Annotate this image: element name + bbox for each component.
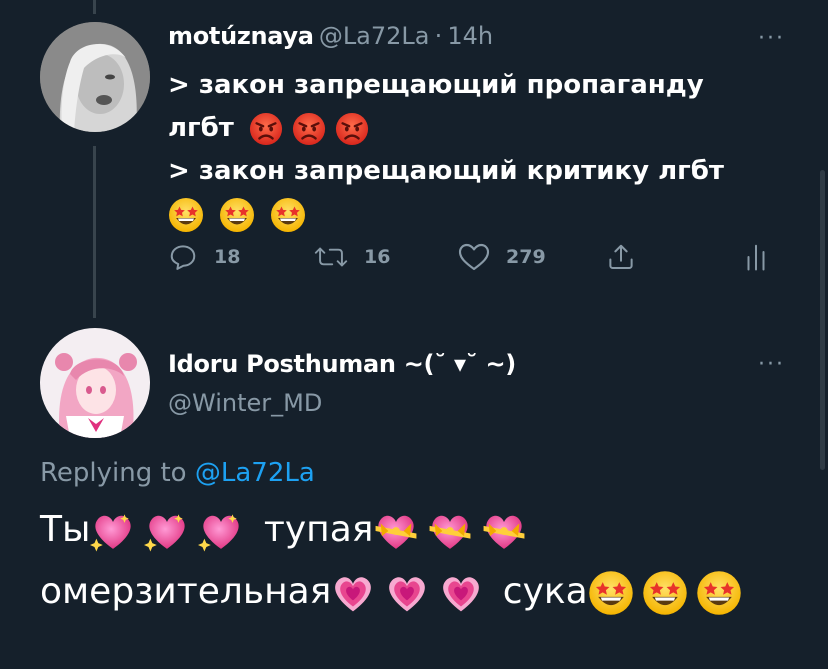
reply-word-3: омерзительная <box>40 571 332 612</box>
timestamp[interactable]: 14h <box>447 22 493 50</box>
heart-with-ribbon-emoji <box>373 508 419 554</box>
reply-count: 18 <box>214 246 241 268</box>
tweet-line-3: > закон запрещающий критику лгбт <box>168 156 724 186</box>
retweet-count: 16 <box>364 246 391 268</box>
tweet-header: motúznaya @La72La · 14h <box>168 22 493 50</box>
like-button[interactable]: 279 <box>458 242 546 272</box>
heart-icon <box>458 243 490 271</box>
share-button[interactable] <box>606 242 636 272</box>
star-struck-emoji <box>168 197 204 233</box>
growing-heart-emoji <box>331 571 375 615</box>
separator: · <box>434 22 443 50</box>
handle[interactable]: @Winter_MD <box>168 389 322 417</box>
tweet-line-1: > закон запрещающий пропаганду <box>168 70 704 100</box>
display-name[interactable]: motúznaya <box>168 22 314 50</box>
scrollbar[interactable] <box>820 170 825 470</box>
reply-word-2: тупая <box>263 509 374 550</box>
more-options-icon[interactable]: ··· <box>758 26 785 51</box>
star-struck-emoji <box>696 570 742 616</box>
pouting-face-emoji <box>335 112 369 146</box>
heart-with-ribbon-emoji <box>427 508 473 554</box>
growing-heart-emoji <box>439 571 483 615</box>
sparkling-heart-emoji <box>144 508 190 554</box>
analytics-icon <box>747 244 765 271</box>
sparkling-heart-emoji <box>198 508 244 554</box>
avatar[interactable] <box>40 22 150 132</box>
tweet-text: > закон запрещающий пропаганду лгбт > за… <box>168 64 768 236</box>
reply-line-2: омерзительная сука <box>40 570 742 616</box>
avatar[interactable] <box>40 328 150 438</box>
heart-with-ribbon-emoji <box>481 508 527 554</box>
handle[interactable]: @La72La <box>319 22 430 50</box>
star-struck-emoji <box>642 570 688 616</box>
tweet-line-4 <box>168 193 768 236</box>
thread-line-top <box>93 0 96 14</box>
pouting-face-emoji <box>292 112 326 146</box>
display-name[interactable]: Idoru Posthuman ~(˘ ▾˘ ~) <box>168 350 516 378</box>
sparkling-heart-emoji <box>90 508 136 554</box>
reply-word-4: сука <box>502 571 588 612</box>
replying-to-link[interactable]: @La72La <box>195 458 315 488</box>
star-struck-emoji <box>270 197 306 233</box>
tweet-line-2: лгбт <box>168 107 768 150</box>
pouting-face-emoji <box>249 112 283 146</box>
replying-to-label: Replying to <box>40 458 187 488</box>
like-count: 279 <box>506 246 546 268</box>
reply-icon <box>170 245 196 270</box>
reply-line-1: Ты тупая <box>40 508 527 554</box>
replying-to: Replying to @La72La <box>40 458 315 488</box>
retweet-icon <box>314 247 348 267</box>
star-struck-emoji <box>588 570 634 616</box>
star-struck-emoji <box>219 197 255 233</box>
share-icon <box>609 244 633 269</box>
more-options-icon[interactable]: ··· <box>758 352 785 377</box>
reply-word-1: Ты <box>40 509 91 550</box>
retweet-button[interactable]: 16 <box>314 242 390 272</box>
growing-heart-emoji <box>385 571 429 615</box>
reply-button[interactable]: 18 <box>168 242 240 272</box>
tweet-line-2-text: лгбт <box>168 113 234 143</box>
analytics-button[interactable] <box>744 242 768 272</box>
thread-line-middle <box>93 146 96 318</box>
